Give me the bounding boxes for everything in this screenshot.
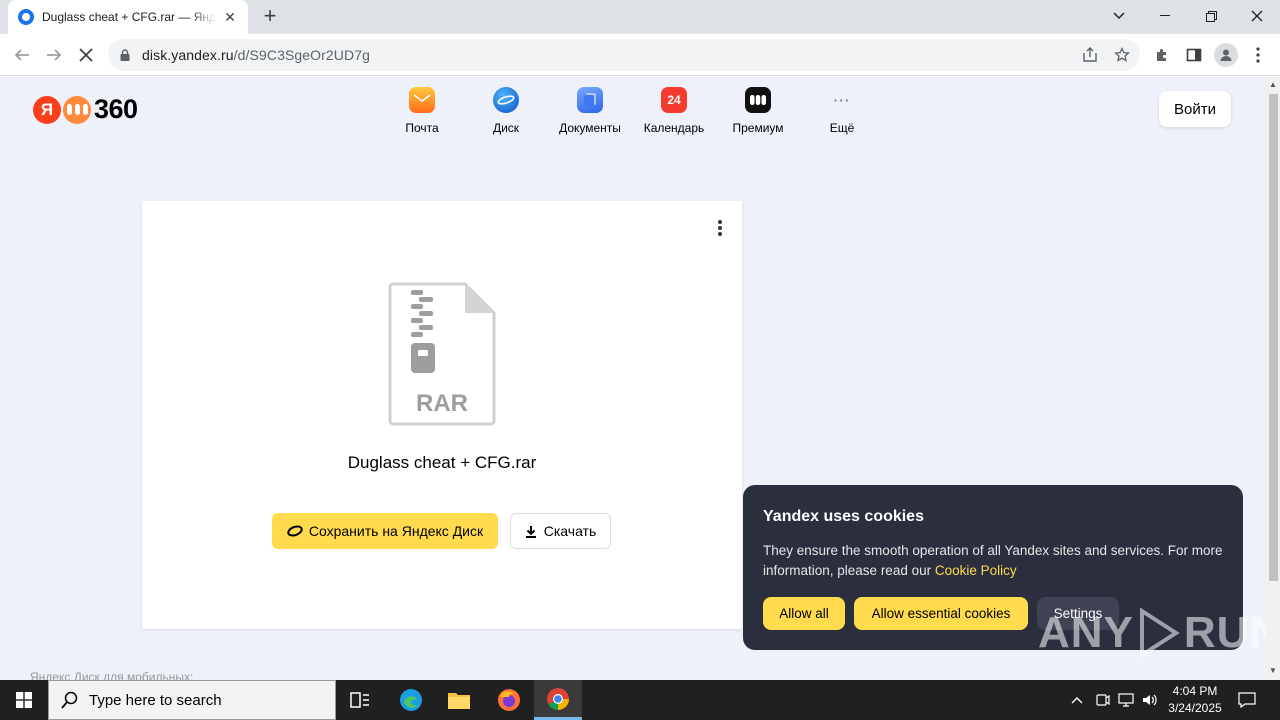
search-placeholder: Type here to search bbox=[89, 691, 222, 709]
service-label: Премиум bbox=[732, 121, 784, 135]
taskbar-clock[interactable]: 4:04 PM 3/24/2025 bbox=[1160, 683, 1230, 717]
new-tab-button[interactable]: + bbox=[258, 5, 282, 29]
edge-browser-icon[interactable] bbox=[387, 680, 435, 720]
allow-all-cookies-button[interactable]: Allow all bbox=[763, 597, 845, 630]
notifications-icon[interactable] bbox=[1238, 680, 1256, 720]
cookie-banner: Yandex uses cookies They ensure the smoo… bbox=[743, 485, 1243, 650]
search-icon bbox=[61, 691, 78, 709]
file-name: Duglass cheat + CFG.rar bbox=[347, 453, 537, 472]
yandex-disk-favicon-icon bbox=[18, 9, 34, 25]
address-bar[interactable]: disk.yandex.ru/d/S9C3SgeOr2UD7g bbox=[108, 39, 1140, 71]
more-options-kebab-icon[interactable] bbox=[714, 219, 726, 237]
cookie-title: Yandex uses cookies bbox=[763, 508, 924, 525]
service-label: Документы bbox=[559, 121, 621, 135]
close-tab-icon[interactable]: ✕ bbox=[222, 9, 238, 25]
minimize-window-icon[interactable] bbox=[1142, 0, 1188, 32]
service-disk[interactable]: Диск bbox=[464, 87, 548, 135]
volume-icon[interactable] bbox=[1142, 680, 1158, 720]
more-icon: ··· bbox=[833, 92, 851, 108]
chrome-taskbar-icon[interactable] bbox=[534, 680, 582, 720]
file-card: RAR Duglass cheat + CFG.rar Сохранить на… bbox=[142, 201, 742, 629]
bookmark-star-icon[interactable] bbox=[1112, 45, 1132, 65]
download-icon bbox=[525, 525, 536, 538]
save-to-disk-button[interactable]: Сохранить на Яндекс Диск bbox=[272, 513, 498, 549]
side-panel-icon[interactable] bbox=[1184, 45, 1204, 65]
disk-icon bbox=[493, 87, 519, 113]
tab-active[interactable]: Duglass cheat + CFG.rar — Яндекс Диск ✕ bbox=[8, 0, 248, 34]
save-to-disk-label: Сохранить на Яндекс Диск bbox=[308, 523, 484, 539]
chrome-menu-icon[interactable] bbox=[1248, 45, 1268, 65]
extensions-puzzle-icon[interactable] bbox=[1152, 45, 1172, 65]
clock-date: 3/24/2025 bbox=[1168, 701, 1222, 715]
url-text: disk.yandex.ru/d/S9C3SgeOr2UD7g bbox=[142, 47, 370, 63]
scrollbar-thumb[interactable] bbox=[1269, 94, 1278, 581]
service-calendar[interactable]: 24 Календарь bbox=[632, 87, 716, 135]
service-mail[interactable]: Почта bbox=[380, 87, 464, 135]
service-premium[interactable]: Премиум bbox=[716, 87, 800, 135]
profile-avatar-icon[interactable] bbox=[1214, 43, 1238, 67]
taskbar-search-box[interactable]: Type here to search bbox=[48, 680, 336, 720]
cookie-settings-button[interactable]: Settings bbox=[1037, 597, 1119, 630]
windows-logo-icon bbox=[16, 692, 32, 708]
close-window-icon[interactable] bbox=[1234, 0, 1280, 32]
disk-save-icon bbox=[285, 523, 305, 539]
show-hidden-icons-chevron[interactable] bbox=[1071, 680, 1083, 720]
meet-now-icon[interactable] bbox=[1096, 680, 1110, 720]
tab-search-chevron-icon[interactable] bbox=[1096, 0, 1142, 32]
service-label: Диск bbox=[492, 121, 520, 135]
page-scrollbar[interactable]: ▲ ▼ bbox=[1266, 77, 1280, 680]
logo-text: 360 bbox=[94, 94, 138, 124]
lock-icon[interactable] bbox=[120, 49, 130, 61]
mail-icon bbox=[409, 87, 435, 113]
tab-title: Duglass cheat + CFG.rar — Яндекс Диск bbox=[42, 10, 216, 24]
service-more[interactable]: ··· Ещё bbox=[800, 87, 884, 135]
cookie-policy-link[interactable]: Cookie Policy bbox=[935, 563, 1017, 578]
file-explorer-icon[interactable] bbox=[435, 680, 483, 720]
rar-archive-icon: RAR bbox=[388, 282, 496, 426]
calendar-icon: 24 bbox=[661, 87, 687, 113]
network-icon[interactable] bbox=[1118, 680, 1134, 720]
windows-taskbar: Type here to search 4:04 PM 3/24/2025 bbox=[0, 680, 1280, 720]
mobile-apps-text: Яндекс Диск для мобильных: bbox=[30, 670, 194, 680]
premium-icon bbox=[745, 87, 771, 113]
yandex-360-logo[interactable]: Я 360 bbox=[33, 94, 138, 125]
allow-essential-cookies-button[interactable]: Allow essential cookies bbox=[854, 597, 1028, 630]
share-icon[interactable] bbox=[1080, 45, 1100, 65]
scroll-down-arrow-icon[interactable]: ▼ bbox=[1269, 667, 1277, 675]
cookie-text: They ensure the smooth operation of all … bbox=[763, 541, 1223, 581]
scroll-up-arrow-icon[interactable]: ▲ bbox=[1269, 81, 1277, 89]
page-content: Я 360 Почта Диск Документы 24 Календарь … bbox=[0, 77, 1266, 680]
stop-loading-icon[interactable] bbox=[72, 41, 100, 69]
rar-type-label: RAR bbox=[416, 390, 468, 417]
download-button[interactable]: Скачать bbox=[510, 513, 611, 549]
service-label: Ещё bbox=[829, 121, 855, 135]
service-label: Почта bbox=[405, 121, 439, 135]
url-host: disk.yandex.ru bbox=[142, 47, 234, 63]
firefox-icon[interactable] bbox=[485, 680, 533, 720]
back-arrow-icon[interactable] bbox=[8, 41, 36, 69]
url-path: /d/S9C3SgeOr2UD7g bbox=[233, 47, 370, 63]
logo-dots-icon bbox=[63, 95, 91, 124]
forward-arrow-icon[interactable] bbox=[40, 41, 68, 69]
download-label: Скачать bbox=[543, 523, 597, 539]
yandex-logo-icon: Я bbox=[33, 95, 61, 124]
service-documents[interactable]: Документы bbox=[548, 87, 632, 135]
task-view-icon[interactable] bbox=[336, 680, 384, 720]
restore-window-icon[interactable] bbox=[1188, 0, 1234, 32]
start-button[interactable] bbox=[0, 680, 48, 720]
login-button[interactable]: Войти bbox=[1159, 91, 1231, 127]
service-label: Календарь bbox=[643, 121, 705, 135]
browser-toolbar: disk.yandex.ru/d/S9C3SgeOr2UD7g bbox=[0, 34, 1280, 76]
tab-strip: Duglass cheat + CFG.rar — Яндекс Диск ✕ … bbox=[0, 0, 1280, 34]
documents-icon bbox=[577, 87, 603, 113]
clock-time: 4:04 PM bbox=[1172, 684, 1218, 698]
